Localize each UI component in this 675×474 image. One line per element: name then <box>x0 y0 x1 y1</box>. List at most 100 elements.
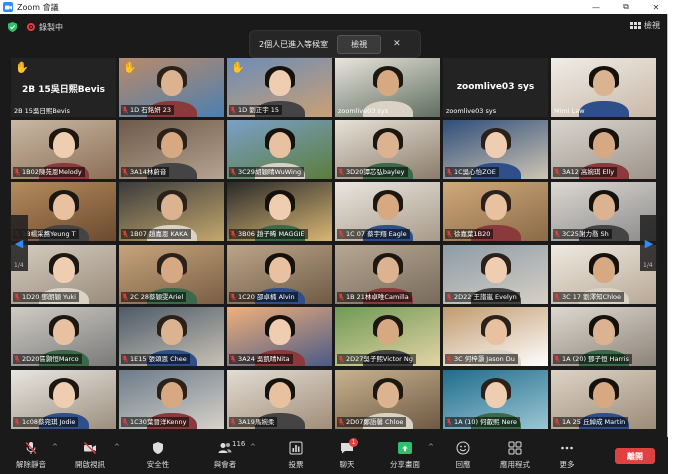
participants-icon: 116 <box>218 440 245 455</box>
participant-name-label: 3A19馬婉柔 <box>229 417 278 427</box>
participant-tile[interactable]: 2D22 王譜嵐 Evelyn <box>443 245 548 304</box>
participant-name-label: 1C 07 蔡宇翔 Eagle <box>337 229 410 239</box>
muted-mic-icon <box>229 168 237 176</box>
muted-mic-icon <box>121 293 129 301</box>
participant-tile[interactable]: 3A24 吳凱晴Nita <box>227 307 332 366</box>
share-options-caret-icon[interactable]: ^ <box>428 443 434 451</box>
participant-name: 1c08蔡宛琪 Jodie <box>22 418 76 426</box>
participant-tile[interactable]: 2D07鄭語馨 Chloe <box>335 370 440 429</box>
audio-options-caret-icon[interactable]: ^ <box>52 443 58 451</box>
participant-name-label: 3C29胡穎晴WuWing <box>229 167 305 177</box>
participant-tile[interactable]: 1C30葉晉洋Kenny <box>119 370 224 429</box>
participant-name-label: 1A (10) 何叡熙 Nere <box>445 417 521 427</box>
recording-label: 錄製中 <box>39 22 63 32</box>
shield-icon[interactable] <box>8 22 17 32</box>
share-screen-label: 分享畫面 <box>390 460 420 469</box>
participant-tile[interactable]: 1E15 張頌恩 Chee <box>119 307 224 366</box>
participant-name-label: 2D27吳子熙Victor Ng <box>337 354 416 364</box>
participant-tile[interactable]: 1B 21林卓唯Camilla <box>335 245 440 304</box>
muted-mic-icon <box>445 230 453 238</box>
waiting-room-close-icon[interactable]: ✕ <box>393 39 401 49</box>
video-options-caret-icon[interactable]: ^ <box>114 443 120 451</box>
participants-button[interactable]: 116 與會者 <box>200 440 250 470</box>
participant-name-label: 3C 何梓灝 Jason Du <box>445 354 518 364</box>
meeting-toolbar: 解除靜音 ^ 開啟視訊 ^ 安全性 116 與會者 ^ 投票 1 聊天 分享畫面… <box>0 437 668 474</box>
participant-name: 1B02陳苑恩Melody <box>22 168 82 176</box>
recording-indicator[interactable]: 錄製中 <box>27 22 63 33</box>
participant-tile[interactable]: 1C吳心怡ZOE <box>443 120 548 179</box>
participant-tile[interactable]: 3D20譚芯弘bayley <box>335 120 440 179</box>
chat-icon: 1 <box>340 438 358 455</box>
participant-tile[interactable]: 3C 何梓灝 Jason Du <box>443 307 548 366</box>
reactions-button[interactable]: 回應 <box>438 441 488 470</box>
participant-name-label: 1D20 鄧朗穎 Yuki <box>13 292 79 302</box>
unmute-button[interactable]: 解除靜音 <box>6 441 56 470</box>
participants-options-caret-icon[interactable]: ^ <box>250 443 256 451</box>
participant-name: 2C 28蔡穎雯Ariel <box>130 293 184 301</box>
more-button[interactable]: 更多 <box>542 441 592 470</box>
participant-tile[interactable]: ✋ 1D 石銘妍 23 <box>119 58 224 117</box>
security-button[interactable]: 安全性 <box>133 441 183 470</box>
participant-name-label: 3C 17 劉澤知Chloe <box>553 292 625 302</box>
participant-tile[interactable]: 1A (20) 鄧子恒 Harris <box>551 307 656 366</box>
view-button[interactable]: 檢視 <box>630 20 660 31</box>
participant-tile[interactable]: 1c08蔡宛琪 Jodie <box>11 370 116 429</box>
window-title: Zoom 會議 <box>17 2 59 12</box>
more-dots-icon <box>560 441 574 455</box>
muted-mic-icon <box>121 168 129 176</box>
participant-tile[interactable]: 1A (10) 何叡熙 Nere <box>443 370 548 429</box>
participant-tile[interactable]: 3A14林蔚音 <box>119 120 224 179</box>
muted-mic-icon <box>13 293 21 301</box>
polls-button[interactable]: 投票 <box>271 441 321 470</box>
participant-name-label: 3D20譚芯弘bayley <box>337 167 408 177</box>
participant-tile[interactable]: 1A 25 丘綽成 Martin <box>551 370 656 429</box>
muted-mic-icon <box>229 106 237 114</box>
muted-mic-icon <box>553 168 561 176</box>
participant-name-label: 1C吳心怡ZOE <box>445 167 499 177</box>
participant-tile[interactable]: 3C29胡穎晴WuWing <box>227 120 332 179</box>
participant-tile[interactable]: 2B 15吳日熙Bevis ✋ 2B 15吳日熙Bevis <box>11 58 116 117</box>
muted-mic-icon <box>445 168 453 176</box>
participant-name-label: 1A 25 丘綽成 Martin <box>553 417 629 427</box>
participant-tile[interactable]: zoomlive03 sys zoomlive03 sys <box>443 58 548 117</box>
participant-tile[interactable]: 3A19馬婉柔 <box>227 370 332 429</box>
participant-name: 2D20區顥恒Marco <box>22 355 79 363</box>
close-button[interactable]: ✕ <box>648 3 664 12</box>
zoom-app-icon <box>3 2 13 12</box>
raised-hand-icon: ✋ <box>231 61 245 74</box>
participant-tile[interactable]: 1C 07 蔡宇翔 Eagle <box>335 182 440 241</box>
participant-tile[interactable]: zoomlive03 sys <box>335 58 440 117</box>
participant-tile[interactable]: 2D20區顥恒Marco <box>11 307 116 366</box>
participant-tile[interactable]: 2C 28蔡穎雯Ariel <box>119 245 224 304</box>
participant-tile[interactable]: ✋ 1D 劉正宇 15 <box>227 58 332 117</box>
participant-tile[interactable]: 1B02陳苑恩Melody <box>11 120 116 179</box>
chat-button[interactable]: 1 聊天 <box>322 438 372 470</box>
participant-tile[interactable]: 徐嘉葉1B20 <box>443 182 548 241</box>
minimize-button[interactable]: — <box>588 3 604 12</box>
participant-name-label: 1B07 趙嘉恩 KAKA <box>121 229 191 239</box>
participant-name: 3C 何梓灝 Jason Du <box>454 355 515 363</box>
start-video-button[interactable]: 開啟視訊 <box>65 441 115 470</box>
participant-name-label: 1A (20) 鄧子恒 Harris <box>553 354 632 364</box>
participant-tile[interactable]: Mimi Law <box>551 58 656 117</box>
raised-hand-icon: ✋ <box>15 61 29 74</box>
maximize-button[interactable]: ⧉ <box>618 2 634 12</box>
participant-name: 3D20譚芯弘bayley <box>346 168 405 176</box>
participant-name: zoomlive03 sys <box>446 107 497 115</box>
apps-icon <box>508 441 522 455</box>
participant-name-label: 2B 15吳日熙Bevis <box>14 105 70 115</box>
participant-tile[interactable]: 1B07 趙嘉恩 KAKA <box>119 182 224 241</box>
participant-tile[interactable]: 2D27吳子熙Victor Ng <box>335 307 440 366</box>
participant-name: 2D27吳子熙Victor Ng <box>346 355 413 363</box>
waiting-room-view-button[interactable]: 檢視 <box>337 34 382 54</box>
more-label: 更多 <box>559 460 575 469</box>
participant-name: 3C29胡穎晴WuWing <box>238 168 302 176</box>
muted-mic-icon <box>13 355 21 363</box>
waiting-room-notification: 2個人已進入等候室 檢視 ✕ <box>250 31 420 57</box>
participant-tile[interactable]: 1C20 邵卓楠 Alvin <box>227 245 332 304</box>
leave-meeting-button[interactable]: 離開 <box>615 448 655 464</box>
participant-tile[interactable]: 3A12 高婉琪 Elly <box>551 120 656 179</box>
apps-button[interactable]: 應用程式 <box>490 441 540 470</box>
share-screen-button[interactable]: 分享畫面 <box>380 441 430 470</box>
participant-tile[interactable]: 3B06 趙子晞 MAGGIE <box>227 182 332 241</box>
